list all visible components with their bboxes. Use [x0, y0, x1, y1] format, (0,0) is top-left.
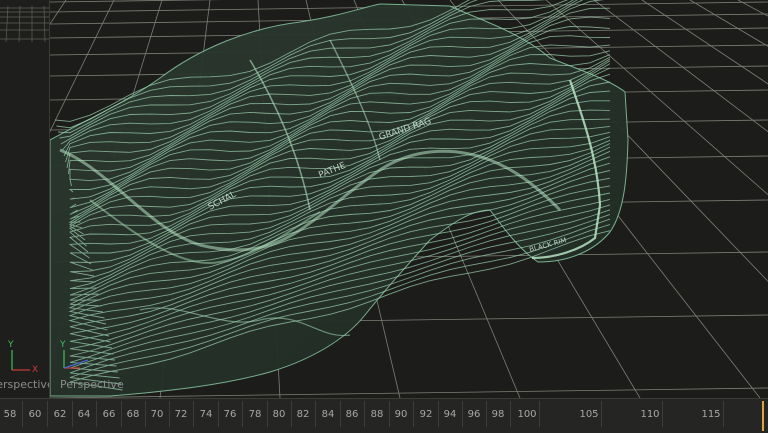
timeline-tick-label: 80: [272, 409, 286, 420]
timeline-tick-label: 105: [579, 409, 599, 420]
timeline-tick-label: 72: [174, 409, 188, 420]
timeline-tick-label: 66: [102, 409, 116, 420]
timeline-tick-label: 62: [53, 409, 67, 420]
terrain-mesh: [50, 0, 629, 397]
timeline-tick-label: 58: [3, 409, 17, 420]
timeline-tick-line: [267, 401, 268, 427]
timeline-playhead[interactable]: [762, 401, 764, 431]
timeline-tick-label: 90: [394, 409, 408, 420]
timeline-tick-line: [438, 401, 439, 427]
timeline-tick-line: [291, 401, 292, 427]
main-perspective-viewport[interactable]: SCHAL PATHE GRAND RAG BLACK RIM Y Perspe…: [50, 0, 768, 398]
timeline-tick-label: 70: [150, 409, 164, 420]
main-axis-gizmo: Y: [54, 338, 102, 382]
timeline-tick-line: [601, 401, 602, 427]
timeline-tick-line: [22, 401, 23, 427]
timeline-tick-line: [96, 401, 97, 427]
timeline-tick-label: 76: [223, 409, 237, 420]
timeline-tick-label: 74: [199, 409, 213, 420]
timeline-tick-line: [510, 401, 511, 427]
timeline-tick-label: 94: [443, 409, 457, 420]
timeline-tick-line: [242, 401, 243, 427]
timeline-tick-line: [662, 401, 663, 427]
timeline-tick-line: [340, 401, 341, 427]
timeline-tick-line: [462, 401, 463, 427]
timeline-tick-line: [218, 401, 219, 427]
scene-canvas: SCHAL PATHE GRAND RAG BLACK RIM: [50, 0, 768, 398]
timeline-tick-label: 98: [491, 409, 505, 420]
timeline-tick-label: 86: [345, 409, 359, 420]
timeline-tick-line: [389, 401, 390, 427]
main-viewport-label[interactable]: Perspective: [60, 378, 124, 391]
left-viewport-label[interactable]: Perspective: [0, 378, 49, 391]
timeline-tick-line: [121, 401, 122, 427]
gizmo-x-label: X: [32, 365, 38, 375]
timeline-tick-label: 115: [701, 409, 721, 420]
timeline-tick-line: [364, 401, 365, 427]
timeline-tick-label: 68: [126, 409, 140, 420]
timeline-tick-label: 100: [517, 409, 537, 420]
timeline-tick-line: [486, 401, 487, 427]
timeline-tick-label: 96: [467, 409, 481, 420]
timeline-tick-label: 84: [321, 409, 335, 420]
3d-app: Y X Perspective: [0, 0, 768, 433]
timeline-tick-line: [145, 401, 146, 427]
gizmo-y-label: Y: [59, 340, 66, 350]
timeline-tick-line: [315, 401, 316, 427]
timeline-tick-line: [723, 401, 724, 427]
timeline-tick-line: [169, 401, 170, 427]
timeline-tick-label: 110: [640, 409, 660, 420]
timeline-tick-line: [539, 401, 540, 427]
gizmo-y-label: Y: [7, 340, 14, 350]
timeline-tick-line: [47, 401, 48, 427]
timeline-tick-line: [413, 401, 414, 427]
timeline-tick-line: [72, 401, 73, 427]
timeline-tick-label: 78: [248, 409, 262, 420]
timeline-ruler[interactable]: 58 60 62 64 66 68 70 72 74 76 78 80 82 84 86 88 90 92 94 96…: [0, 398, 768, 433]
left-perspective-viewport[interactable]: Y X Perspective: [0, 0, 50, 398]
timeline-tick-label: 82: [296, 409, 310, 420]
timeline-tick-label: 60: [28, 409, 42, 420]
timeline-tick-line: [193, 401, 194, 427]
timeline-tick-label: 92: [419, 409, 433, 420]
timeline-tick-label: 64: [77, 409, 91, 420]
timeline-tick-label: 88: [370, 409, 384, 420]
